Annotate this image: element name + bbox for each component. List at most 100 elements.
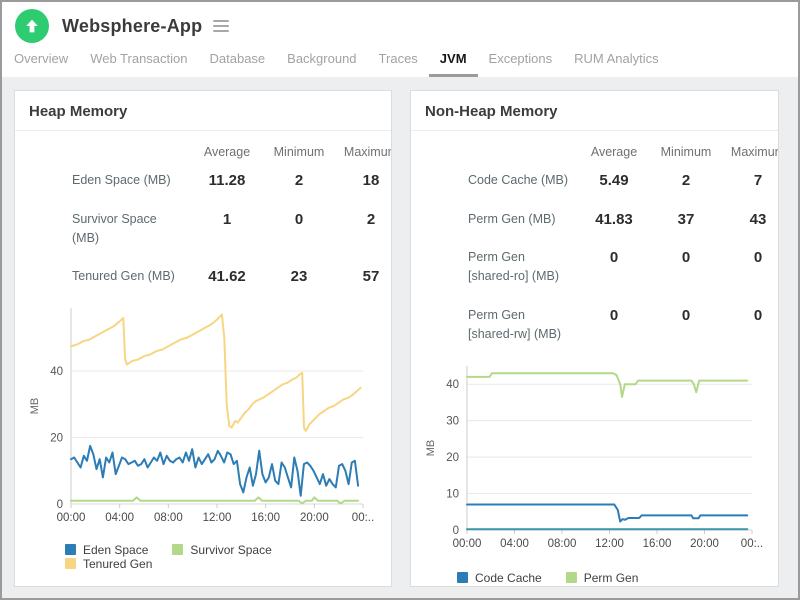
svg-text:MB: MB: [425, 439, 437, 456]
tab-exceptions[interactable]: Exceptions: [478, 51, 564, 77]
maximum-value: 7: [753, 172, 763, 189]
page-title: Websphere-App: [62, 15, 203, 36]
average-value: 41.62: [208, 268, 246, 286]
svg-text:0: 0: [453, 525, 459, 537]
svg-text:00:..: 00:..: [352, 512, 374, 524]
row-label: Perm Gen (MB): [468, 211, 556, 226]
minimum-value: 0: [681, 249, 691, 266]
table-row: Eden Space (MB) 11.28 2 18: [15, 161, 391, 200]
tab-traces[interactable]: Traces: [368, 51, 429, 77]
legend-item[interactable]: Perm Gen: [565, 571, 638, 585]
average-value: 1: [222, 210, 232, 228]
svg-text:00:..: 00:..: [741, 538, 763, 550]
column-header-minimum: Minimum: [660, 145, 712, 159]
svg-text:20: 20: [50, 432, 63, 444]
average-value: 11.28: [208, 172, 246, 189]
tab-database[interactable]: Database: [199, 51, 277, 77]
heap-stats-table: Average Minimum Maximum Eden Space (MB) …: [15, 131, 391, 296]
table-row: Perm Gen (MB) 41.83 37 43: [411, 200, 778, 239]
svg-text:12:00: 12:00: [595, 538, 624, 550]
legend-item[interactable]: Tenured Gen: [65, 557, 152, 571]
maximum-value: 2: [366, 210, 376, 228]
tab-jvm[interactable]: JVM: [428, 51, 478, 77]
minimum-value: 0: [294, 210, 304, 228]
row-label: Eden Space (MB): [72, 173, 171, 187]
legend-item[interactable]: Eden Space: [65, 543, 148, 557]
svg-text:04:00: 04:00: [500, 538, 529, 550]
svg-text:40: 40: [50, 366, 63, 378]
row-label: Tenured Gen (MB): [72, 269, 175, 284]
row-label: Code Cache (MB): [468, 173, 569, 187]
maximum-value: 43: [749, 210, 767, 228]
legend-label: Code Cache: [475, 570, 542, 585]
svg-text:40: 40: [446, 379, 459, 391]
svg-text:00:00: 00:00: [57, 512, 86, 524]
svg-text:MB: MB: [29, 398, 41, 415]
maximum-value: 57: [362, 268, 380, 286]
maximum-value: 0: [753, 306, 763, 324]
row-label: Survivor Space (MB): [72, 211, 157, 245]
heap-memory-panel: Heap Memory Average Minimum Maximum Eden…: [14, 90, 392, 587]
nonheap-memory-chart[interactable]: 0 10 20 30 40 00:00 04:00 08:00 12:00 16:00 20:00 0…: [421, 360, 778, 561]
legend-item[interactable]: Code Cache: [457, 571, 542, 585]
tab-web-transaction[interactable]: Web Transaction: [79, 51, 198, 77]
legend-label: Tenured Gen: [83, 556, 153, 571]
table-row: Code Cache (MB) 5.49 2 7: [411, 161, 778, 200]
svg-text:20:00: 20:00: [300, 512, 329, 524]
table-header-row: Average Minimum Maximum: [15, 139, 391, 161]
svg-text:04:00: 04:00: [105, 512, 134, 524]
nonheap-memory-panel: Non-Heap Memory Average Minimum Maximum …: [410, 90, 779, 587]
nonheap-stats-table: Average Minimum Maximum Code Cache (MB) …: [411, 131, 778, 354]
column-header-average: Average: [590, 145, 638, 159]
svg-text:16:00: 16:00: [643, 538, 672, 550]
column-header-average: Average: [203, 145, 251, 159]
survivor-space-swatch: [172, 544, 184, 556]
heap-memory-chart[interactable]: 0 20 40 00:00 04:00 08:00 12:00 16:00 20:00 00:..…: [25, 302, 391, 535]
svg-text:00:00: 00:00: [453, 538, 482, 550]
svg-text:08:00: 08:00: [548, 538, 577, 550]
svg-text:16:00: 16:00: [251, 512, 280, 524]
legend-item[interactable]: Survivor Space: [172, 542, 272, 557]
maximum-value: 0: [753, 249, 763, 266]
row-label: Perm Gen [shared-ro] (MB): [468, 250, 559, 284]
column-header-minimum: Minimum: [273, 145, 325, 159]
legend-label: Survivor Space: [190, 542, 272, 557]
content-area: Heap Memory Average Minimum Maximum Eden…: [2, 77, 798, 598]
perm-gen-swatch: [565, 572, 577, 583]
column-header-maximum: Maximum: [343, 145, 391, 159]
average-value: 5.49: [599, 172, 629, 189]
svg-text:12:00: 12:00: [203, 512, 232, 524]
nonheap-chart-legend: Code Cache Perm Gen Perm Gen [shared-ro]…: [457, 571, 778, 587]
minimum-value: 37: [677, 210, 695, 228]
maximum-value: 18: [362, 172, 380, 189]
svg-text:20:00: 20:00: [690, 538, 719, 550]
average-value: 0: [609, 306, 619, 324]
average-value: 41.83: [595, 210, 633, 228]
minimum-value: 23: [290, 268, 308, 286]
code-cache-swatch: [457, 572, 468, 583]
menu-icon[interactable]: [213, 20, 230, 32]
tab-bar: Overview Web Transaction Database Backgr…: [2, 50, 798, 77]
table-header-row: Average Minimum Maximum: [411, 139, 778, 161]
minimum-value: 2: [294, 172, 304, 189]
tenured-gen-swatch: [65, 558, 76, 570]
tab-rum-analytics[interactable]: RUM Analytics: [563, 51, 670, 77]
table-row: Perm Gen [shared-rw] (MB) 0 0 0: [411, 296, 778, 354]
heap-chart-legend: Eden Space Survivor Space Tenured Gen: [65, 543, 391, 571]
minimum-value: 0: [681, 306, 691, 324]
minimum-value: 2: [681, 172, 691, 189]
app-header: Websphere-App: [2, 2, 798, 50]
svg-text:0: 0: [57, 499, 63, 511]
app-status-icon: [15, 9, 49, 43]
svg-text:10: 10: [446, 488, 459, 500]
eden-space-swatch: [65, 544, 76, 556]
average-value: 0: [609, 249, 619, 266]
tab-overview[interactable]: Overview: [14, 51, 79, 77]
table-row: Survivor Space (MB) 1 0 2: [15, 200, 391, 258]
table-row: Tenured Gen (MB) 41.62 23 57: [15, 257, 391, 296]
legend-label: Eden Space: [83, 542, 149, 557]
heap-panel-title: Heap Memory: [15, 91, 391, 131]
row-label: Perm Gen [shared-rw] (MB): [468, 307, 562, 342]
tab-background[interactable]: Background: [276, 51, 367, 77]
svg-text:30: 30: [446, 415, 459, 427]
